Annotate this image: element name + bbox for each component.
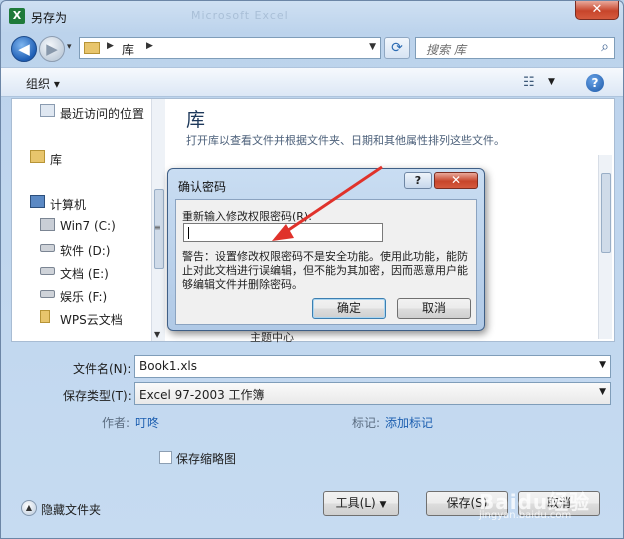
- address-bar[interactable]: ▶ 库 ▶ ▼: [79, 37, 381, 59]
- navigation-bar: ◀ ▶ ▾ ▶ 库 ▶ ▼ ⟳ 搜索 库 ⌕: [1, 33, 623, 63]
- sidebar-item-drive-c[interactable]: Win7 (C:): [12, 216, 150, 236]
- window-close-button[interactable]: ✕: [575, 1, 619, 20]
- sidebar-item-label: 库: [50, 153, 63, 167]
- dialog-body: 重新输入修改权限密码(R): 警告：设置修改权限密码不是安全功能。使用此功能，能…: [175, 199, 477, 325]
- sidebar-item-computer[interactable]: 计算机: [12, 193, 150, 213]
- search-placeholder: 搜索 库: [426, 43, 466, 57]
- dialog-cancel-button[interactable]: 取消: [397, 298, 471, 319]
- sidebar-item-label: WPS云文档: [60, 313, 123, 327]
- scrollbar-thumb[interactable]: [601, 173, 611, 253]
- drive-icon: [40, 290, 55, 298]
- tools-button[interactable]: 工具(L) ▼: [323, 491, 399, 516]
- dialog-help-button[interactable]: ?: [404, 172, 432, 189]
- navigation-pane: 最近访问的位置 库 计算机 Win7 (C:) 软件 (D:) 文档 (E:): [12, 99, 150, 341]
- author-value[interactable]: 叮咚: [135, 414, 159, 431]
- views-dropdown-icon[interactable]: ▼: [548, 77, 555, 87]
- filetype-value: Excel 97-2003 工作簿: [139, 388, 265, 402]
- refresh-icon: ⟳: [391, 40, 403, 56]
- sidebar-item-label: 软件 (D:): [60, 244, 111, 258]
- tools-dropdown-icon: ▼: [379, 500, 387, 510]
- breadcrumb-arrow-icon[interactable]: ▶: [107, 41, 114, 51]
- filename-dropdown-icon[interactable]: ▼: [599, 360, 606, 370]
- baidu-watermark-url: jingyan.baidu.com: [479, 510, 572, 521]
- sidebar-item-recent-places[interactable]: 最近访问的位置: [12, 102, 150, 122]
- reenter-password-label: 重新输入修改权限密码(R):: [182, 210, 312, 223]
- library-description: 打开库以查看文件并根据文件夹、日期和其他属性排列这些文件。: [186, 134, 505, 147]
- add-tags-link[interactable]: 添加标记: [385, 414, 433, 431]
- title-bar: X 另存为 Microsoft Excel ✕: [1, 1, 623, 31]
- dialog-close-button[interactable]: ✕: [434, 172, 478, 189]
- excel-app-icon: X: [9, 8, 25, 24]
- hide-folders-button[interactable]: ▲: [21, 500, 37, 516]
- sidebar-item-drive-d[interactable]: 软件 (D:): [12, 239, 150, 259]
- tags-label: 标记:: [352, 416, 381, 430]
- background-window-title: Microsoft Excel: [191, 9, 289, 22]
- search-input[interactable]: 搜索 库 ⌕: [415, 37, 615, 59]
- library-icon: [30, 150, 45, 163]
- sidebar-item-label: 娱乐 (F:): [60, 290, 108, 304]
- sidebar-item-drive-e[interactable]: 文档 (E:): [12, 262, 150, 282]
- address-dropdown-icon[interactable]: ▼: [369, 42, 376, 52]
- filename-value: Book1.xls: [139, 359, 198, 373]
- sidebar-item-drive-f[interactable]: 娱乐 (F:): [12, 285, 150, 305]
- filetype-label: 保存类型(T):: [63, 389, 132, 403]
- back-button[interactable]: ◀: [11, 36, 37, 62]
- drive-icon: [40, 267, 55, 275]
- sidebar-item-label: 最近访问的位置: [60, 107, 145, 121]
- folder-icon: [40, 310, 50, 323]
- sidebar-item-label: Win7 (C:): [60, 219, 116, 233]
- filename-label: 文件名(N):: [73, 362, 132, 376]
- library-folder-icon: [84, 42, 100, 54]
- filetype-select[interactable]: Excel 97-2003 工作簿 ▼: [134, 382, 611, 405]
- history-dropdown-icon[interactable]: ▾: [67, 42, 72, 52]
- refresh-button[interactable]: ⟳: [384, 37, 410, 59]
- tools-label: 工具(L): [335, 496, 376, 510]
- recent-places-icon: [40, 104, 55, 117]
- reenter-password-input[interactable]: [183, 223, 383, 242]
- content-scrollbar[interactable]: [598, 155, 612, 339]
- forward-button[interactable]: ▶: [39, 36, 65, 62]
- confirm-password-dialog: 确认密码 ? ✕ 重新输入修改权限密码(R): 警告：设置修改权限密码不是安全功…: [167, 168, 485, 331]
- dialog-ok-button[interactable]: 确定: [312, 298, 386, 319]
- computer-icon: [30, 195, 45, 208]
- breadcrumb-arrow-icon[interactable]: ▶: [146, 41, 153, 51]
- window-title: 另存为: [31, 11, 68, 25]
- save-thumbnail-checkbox[interactable]: [159, 451, 172, 464]
- hide-folders-label[interactable]: 隐藏文件夹: [41, 501, 101, 518]
- filename-field[interactable]: Book1.xls ▼: [134, 355, 611, 378]
- drive-icon: [40, 244, 55, 252]
- library-heading: 库: [186, 109, 206, 131]
- help-icon[interactable]: ?: [586, 74, 604, 92]
- views-icon[interactable]: ☷: [523, 75, 535, 90]
- sidebar-item-library[interactable]: 库: [12, 148, 150, 168]
- filetype-dropdown-icon[interactable]: ▼: [599, 387, 606, 397]
- dialog-title: 确认密码: [178, 180, 227, 194]
- scroll-down-icon[interactable]: ▼: [154, 330, 160, 339]
- navigation-scrollbar[interactable]: ≡ ▼: [151, 99, 165, 341]
- search-icon[interactable]: ⌕: [601, 39, 609, 55]
- windows-drive-icon: [40, 218, 55, 231]
- scrollbar-grip-icon: ≡: [154, 223, 161, 232]
- text-caret: [188, 227, 189, 239]
- breadcrumb-library[interactable]: 库: [122, 41, 134, 58]
- author-label: 作者:: [102, 416, 131, 430]
- security-warning-text: 警告：设置修改权限密码不是安全功能。使用此功能，能防止对此文档进行误编辑，但不能…: [182, 250, 468, 291]
- save-thumbnail-label: 保存缩略图: [176, 452, 237, 466]
- sidebar-item-label: 文档 (E:): [60, 267, 109, 281]
- sidebar-item-label: 计算机: [50, 198, 87, 212]
- command-toolbar: 组织 ▾ ☷ ▼ ?: [1, 67, 623, 97]
- organize-menu-button[interactable]: 组织 ▾: [26, 75, 60, 92]
- sidebar-item-wps-cloud[interactable]: WPS云文档: [12, 308, 150, 328]
